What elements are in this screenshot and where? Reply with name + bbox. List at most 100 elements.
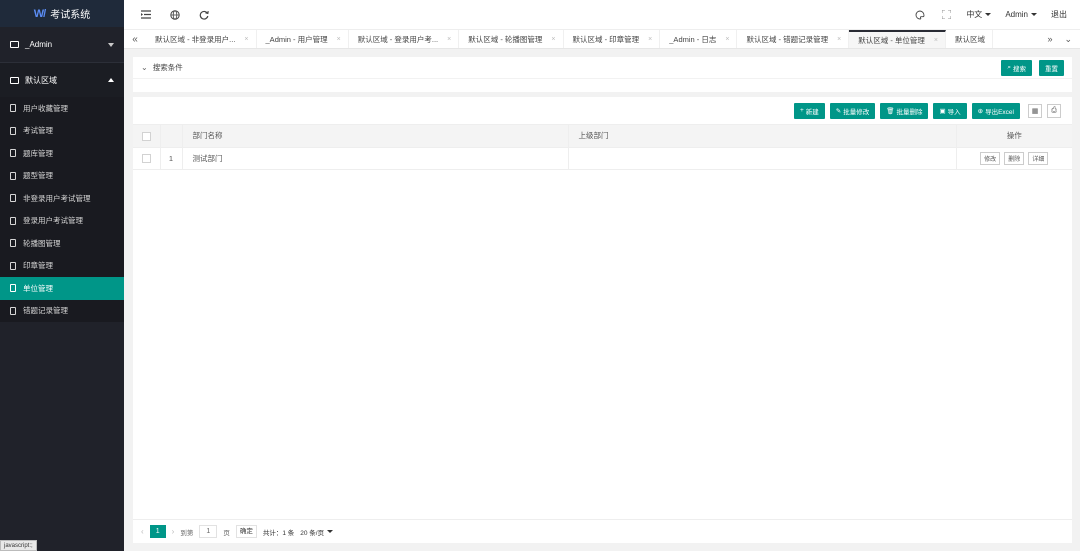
sidebar-item-label: 题型管理: [23, 171, 53, 181]
page-size-select[interactable]: 20 条/页: [300, 527, 334, 537]
tabs-menu-chevron-icon[interactable]: ⌄: [1064, 34, 1072, 45]
batch-delete-button[interactable]: 🗑 批量删除: [880, 102, 929, 119]
detail-button[interactable]: 详细: [1028, 151, 1049, 165]
sidebar-item-exams[interactable]: 考试管理: [0, 120, 124, 143]
tab-label: 默认区域 - 轮播图管理: [468, 34, 543, 44]
top-header: 中文 Admin 退出: [124, 0, 1080, 29]
status-bar-url: javascript:;: [0, 540, 37, 551]
table-row[interactable]: 1 测试部门 修改 删除 详细: [133, 147, 1072, 170]
search-button[interactable]: ⌕ 搜索: [1001, 59, 1032, 76]
tab-admin-users[interactable]: _Admin - 用户管理 ×: [257, 30, 349, 48]
tab-user-exams[interactable]: 默认区域 - 登录用户考... ×: [349, 30, 460, 48]
sidebar-group-label: _Admin: [25, 40, 53, 49]
prev-page-icon[interactable]: ‹: [141, 527, 144, 536]
sidebar-item-label: 轮播图管理: [23, 238, 61, 248]
fullscreen-icon[interactable]: [940, 9, 952, 21]
sidebar-item-label: 非登录用户考试管理: [23, 193, 91, 203]
page-unit-label: 页: [223, 529, 230, 537]
sidebar-item-wrong-answers[interactable]: 错题记录管理: [0, 300, 124, 323]
menu-toggle-icon[interactable]: [140, 9, 152, 21]
delete-button[interactable]: 删除: [1004, 151, 1025, 165]
new-button[interactable]: + 新建: [793, 102, 825, 119]
close-icon[interactable]: ×: [725, 36, 729, 43]
page-icon: [10, 104, 16, 113]
folder-icon: [10, 76, 19, 84]
page-size-label: 20 条/页: [300, 529, 325, 537]
current-page[interactable]: 1: [149, 525, 166, 538]
page-tabs: « 默认区域 - 非登录用户... × _Admin - 用户管理 × 默认区域 -…: [124, 29, 1080, 49]
tab-seals[interactable]: 默认区域 - 印章管理 ×: [564, 30, 661, 48]
tab-guest-exams[interactable]: 默认区域 - 非登录用户... ×: [146, 30, 257, 48]
pencil-icon: ✎: [835, 107, 842, 115]
close-icon[interactable]: ×: [648, 36, 652, 43]
columns-filter-icon[interactable]: ▦: [1028, 103, 1042, 118]
caret-down-icon: [1031, 13, 1037, 16]
column-header-dept-name[interactable]: 部门名称: [182, 125, 569, 148]
table-header-row: 部门名称 上级部门 操作: [133, 125, 1072, 148]
sidebar: W/ 考试系统 _Admin 默认区域 用户收藏管理 考试管理 题库管理 题型管…: [0, 0, 124, 551]
language-dropdown[interactable]: 中文: [966, 9, 992, 20]
sidebar-item-question-bank[interactable]: 题库管理: [0, 142, 124, 165]
sidebar-item-carousel[interactable]: 轮播图管理: [0, 232, 124, 255]
select-all-checkbox[interactable]: [141, 131, 151, 141]
tab-default-area[interactable]: 默认区域: [946, 30, 993, 48]
close-icon[interactable]: ×: [837, 36, 841, 43]
close-icon[interactable]: ×: [934, 37, 938, 44]
sidebar-item-guest-exams[interactable]: 非登录用户考试管理: [0, 187, 124, 210]
batch-edit-button[interactable]: ✎ 批量修改: [829, 102, 876, 119]
tab-label: _Admin - 用户管理: [265, 34, 328, 44]
page-icon: [10, 306, 16, 315]
page-icon: [10, 171, 16, 180]
refresh-icon[interactable]: [198, 9, 210, 21]
page-icon: [10, 239, 16, 248]
trash-icon: 🗑: [886, 107, 895, 115]
close-icon[interactable]: ×: [447, 36, 451, 43]
search-conditions-label: 搜索条件: [152, 63, 183, 72]
reset-button[interactable]: 重置: [1039, 59, 1064, 76]
page-icon: [10, 216, 16, 225]
table-panel: + 新建 ✎ 批量修改 🗑 批量删除 ▣ 导入 ⊕ 导出Excel ▦ ⎙ 部门名称 上级…: [133, 97, 1072, 543]
search-button-label: 搜索: [1013, 65, 1026, 73]
sidebar-item-question-types[interactable]: 题型管理: [0, 165, 124, 188]
export-excel-button[interactable]: ⊕ 导出Excel: [971, 102, 1020, 119]
tab-admin-log[interactable]: _Admin - 日志 ×: [660, 30, 738, 48]
close-icon[interactable]: ×: [337, 36, 341, 43]
close-icon[interactable]: ×: [244, 36, 248, 43]
column-header-parent-dept[interactable]: 上级部门: [568, 125, 957, 148]
logout-link[interactable]: 退出: [1051, 9, 1067, 20]
print-icon[interactable]: ⎙: [1047, 103, 1061, 118]
sidebar-item-seals[interactable]: 印章管理: [0, 255, 124, 278]
next-page-icon[interactable]: ›: [172, 527, 175, 536]
export-label: 导出Excel: [985, 108, 1014, 116]
sidebar-item-favorites[interactable]: 用户收藏管理: [0, 97, 124, 120]
row-index: 1: [160, 147, 183, 170]
sidebar-item-user-exams[interactable]: 登录用户考试管理: [0, 210, 124, 233]
tab-carousel[interactable]: 默认区域 - 轮播图管理 ×: [459, 30, 564, 48]
batch-delete-label: 批量删除: [896, 108, 923, 116]
row-checkbox[interactable]: [141, 153, 151, 163]
caret-down-icon: [327, 530, 334, 533]
user-dropdown[interactable]: Admin: [1005, 10, 1037, 19]
page-icon: [10, 126, 16, 135]
sidebar-item-units[interactable]: 单位管理: [0, 277, 124, 300]
import-button[interactable]: ▣ 导入: [933, 102, 967, 119]
tabs-scroll-right-icon[interactable]: »: [1047, 34, 1052, 44]
sidebar-item-label: 用户收藏管理: [23, 103, 68, 113]
tabs-scroll-left-icon[interactable]: «: [124, 30, 146, 48]
close-icon[interactable]: ×: [551, 36, 555, 43]
parent-dept-cell: [568, 147, 957, 170]
tab-wrong-answers[interactable]: 默认区域 - 错题记录管理 ×: [737, 30, 850, 48]
theme-icon[interactable]: [914, 9, 926, 21]
logo-mark: W/: [33, 7, 46, 20]
tab-units[interactable]: 默认区域 - 单位管理 ×: [849, 30, 946, 48]
goto-page-input[interactable]: 1: [199, 525, 218, 538]
goto-confirm-button[interactable]: 确定: [235, 525, 257, 538]
edit-button[interactable]: 修改: [980, 151, 1001, 165]
sidebar-menu: 用户收藏管理 考试管理 题库管理 题型管理 非登录用户考试管理 登录用户考试管理…: [0, 97, 124, 322]
sidebar-group-admin[interactable]: _Admin: [0, 27, 124, 62]
folder-icon: [10, 41, 19, 48]
search-conditions-toggle[interactable]: ⌄ 搜索条件: [141, 62, 183, 73]
sidebar-group-default[interactable]: 默认区域: [0, 62, 124, 97]
globe-icon[interactable]: [169, 9, 181, 21]
app-logo[interactable]: W/ 考试系统: [0, 0, 124, 27]
